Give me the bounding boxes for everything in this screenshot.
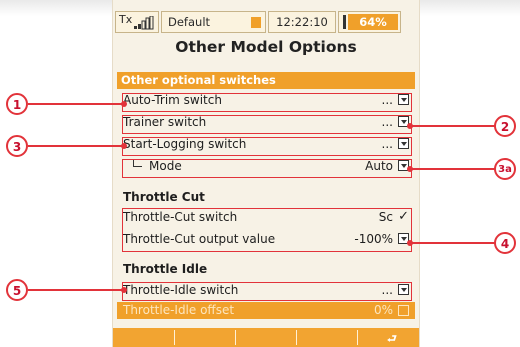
- model-name: Default: [168, 15, 211, 29]
- throttle-idle-heading: Throttle Idle: [123, 262, 208, 276]
- throttle-cut-heading: Throttle Cut: [123, 190, 205, 204]
- callout-dot-3a: [407, 166, 413, 172]
- callout-line-1: [28, 103, 124, 105]
- battery-icon: [343, 15, 346, 29]
- throttle-idle-offset-value: 0%: [373, 303, 393, 317]
- callout-4: 4: [494, 232, 516, 254]
- highlight-start-logging: [122, 137, 412, 156]
- callout-dot-1: [121, 101, 127, 107]
- tx-label: Tx: [119, 13, 133, 26]
- highlight-auto-trim: [122, 93, 412, 112]
- tx-signal-box: Tx: [115, 11, 159, 33]
- page-title: Other Model Options: [175, 38, 357, 56]
- battery-percent: 64%: [359, 15, 387, 29]
- highlight-throttle-idle: [122, 282, 412, 301]
- callout-dot-5: [121, 287, 127, 293]
- callout-line-5: [28, 289, 124, 291]
- callout-dot-4: [407, 240, 413, 246]
- throttle-idle-offset-label: Throttle-Idle offset: [123, 303, 235, 317]
- softkey-bar: ⮐: [113, 328, 419, 347]
- callout-3: 3: [6, 135, 28, 157]
- callout-3a: 3a: [494, 158, 516, 180]
- clock-time: 12:22:10: [276, 15, 328, 29]
- callout-line-4: [410, 242, 496, 244]
- callout-5: 5: [6, 279, 28, 301]
- return-icon[interactable]: ⮐: [387, 330, 409, 345]
- section-header-optional-switches: Other optional switches: [117, 72, 415, 89]
- highlight-mode: [122, 159, 412, 178]
- highlight-throttle-cut: [122, 208, 412, 252]
- status-bar: Tx Default 12:22:10 64%: [113, 10, 419, 36]
- highlight-trainer: [122, 115, 412, 134]
- battery-box: 64%: [338, 11, 401, 33]
- throttle-idle-offset-row[interactable]: Throttle-Idle offset 0%: [117, 302, 415, 319]
- model-name-box[interactable]: Default: [161, 11, 266, 33]
- model-icon: [251, 17, 261, 28]
- callout-dot-2: [407, 123, 413, 129]
- callout-1: 1: [6, 93, 28, 115]
- antenna-signal-icon: [134, 15, 156, 30]
- callout-line-3a: [410, 168, 496, 170]
- clock-box: 12:22:10: [268, 11, 336, 33]
- callout-line-3: [28, 145, 124, 147]
- callout-2: 2: [494, 115, 516, 137]
- callout-line-2: [410, 125, 496, 127]
- dropdown-arrow-icon[interactable]: [398, 305, 409, 316]
- callout-dot-3: [121, 143, 127, 149]
